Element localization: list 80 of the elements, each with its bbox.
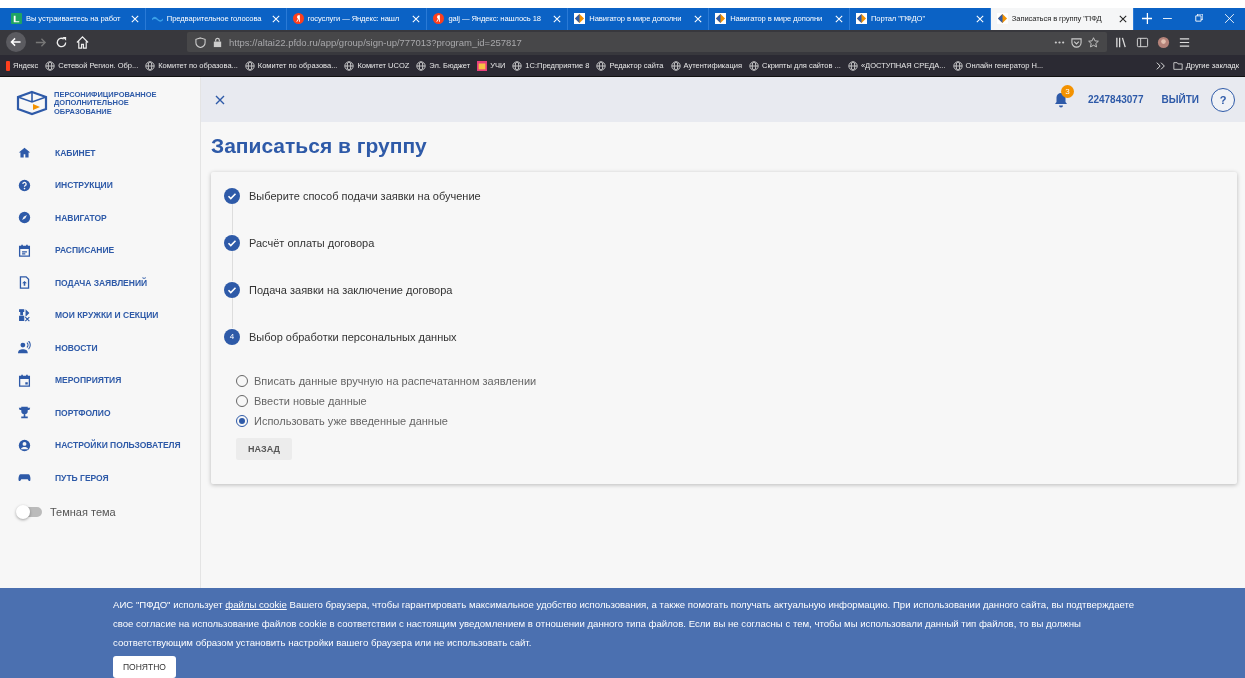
account-number[interactable]: 2247843077 [1087,94,1144,106]
globe-icon [670,60,681,71]
globe-icon [596,60,607,71]
step-label: Выбор обработки персональных данных [249,330,457,343]
home-icon[interactable] [76,35,89,49]
close-icon[interactable] [215,94,225,105]
folder-icon [1172,60,1183,71]
file-upload-icon [18,276,31,290]
help-icon [18,178,31,192]
yandex-icon [6,60,10,71]
globe-icon [847,60,858,71]
globe-icon [244,60,255,71]
radio-option[interactable]: Вписать данные вручную на распечатанном заявлении [236,373,537,389]
star-icon[interactable] [1088,36,1099,48]
sidebar-item[interactable]: НОВОСТИ [0,331,200,364]
sidebar-item[interactable]: НАВИГАТОР [0,201,200,234]
chevrons-icon[interactable] [1155,60,1166,71]
globe-icon [145,60,156,71]
accept-button[interactable]: ПОНЯТНО [113,656,176,678]
compass-icon [18,211,31,225]
diamond-icon [996,13,1008,25]
cookie-notice: АИС "ПФДО" использует файлы cookie Вашего браузера, чтобы гарантировать максимальное удобство использования, а также помогать получать актуальную информацию. При использовании данного сайта, вы подтверждаете свое согласие на использование файлов cookie в соответствии с настоящим уведомлением в отношении данного типа файлов. Если вы не согласны с тем, чтобы мы использовали данный тип файлов, то вы должны соответствующим образом установить настройки вашего браузера или не использовать сайт. [113,598,1136,650]
back-button[interactable]: НАЗАД [236,438,292,461]
bell-icon[interactable] [1053,91,1068,108]
diamond-icon [574,13,586,25]
sidebar-item[interactable]: ПОДАЧА ЗАЯВЛЕНИЙ [0,266,200,299]
reload-icon[interactable] [55,35,68,49]
help-button[interactable]: ? [1211,87,1235,112]
sidebar-item[interactable]: ИНСТРУКЦИИ [0,168,200,202]
globe-icon [45,60,56,71]
step-number: 4 [224,328,240,345]
notification-badge: 3 [1060,84,1074,98]
sidebar-item[interactable]: ПУТЬ ГЕРОЯ [0,461,200,494]
url-text: https://altai22.pfdo.ru/app/group/sign-up/777013?program_id=257817 [229,36,522,48]
sheet-icon [11,13,22,25]
restore-icon[interactable] [1194,14,1204,24]
logout-button[interactable]: ВЫЙТИ [1161,94,1199,106]
globe-icon [344,60,355,71]
globe-icon [749,60,759,71]
home-icon [18,146,31,160]
trophy-icon [18,406,31,420]
lock-icon [212,36,223,48]
yandex-icon [292,13,304,25]
calendar-icon [18,243,31,257]
globe-icon [952,60,963,71]
yandex-icon [433,13,445,25]
sidebar-item[interactable]: РАСПИСАНИЕ [0,233,200,267]
globe-icon [416,60,427,71]
calendar-icon [18,373,31,387]
sidebar-item[interactable]: КАБИНЕТ [0,136,200,169]
back-icon[interactable] [6,32,26,53]
sidebar-item[interactable]: МЕРОПРИЯТИЯ [0,363,200,397]
step-label: Выберите способ подачи заявки на обучение [249,189,481,202]
diamond-icon [715,13,727,25]
new-tab-icon[interactable] [1141,13,1153,25]
cube-logo-icon [16,90,48,117]
sidebar-icon[interactable] [1136,35,1149,49]
menu-icon[interactable] [1178,35,1191,49]
globe-icon [512,60,523,71]
library-icon[interactable] [1115,35,1128,49]
page-title: Записаться в группу [211,134,428,159]
theme-switch[interactable] [18,506,42,517]
pocket-icon[interactable] [1071,36,1082,48]
app-icon [477,60,488,71]
sidebar-item[interactable]: НАСТРОЙКИ ПОЛЬЗОВАТЕЛЯ [0,428,200,462]
shapes-icon [18,308,31,322]
account-icon [18,438,31,452]
person-speaking-icon [18,341,31,355]
shield-icon [195,36,206,48]
address-bar[interactable]: https://altai22.pfdo.ru/app/group/sign-up/777013?program_id=257817 [187,32,1107,53]
diamond-icon [855,13,867,25]
avatar-icon[interactable] [1157,35,1170,49]
sidebar-item[interactable]: ПОРТФОЛИО [0,396,200,429]
step-label: Подача заявки на заключение договора [249,283,453,296]
sidebar-item[interactable]: МОИ КРУЖКИ И СЕКЦИИ [0,298,200,332]
switch-label: Темная тема [50,505,116,518]
close-icon[interactable] [1118,14,1127,23]
radio-option[interactable]: Ввести новые данные [236,393,367,409]
step-label: Расчёт оплаты договора [249,236,375,249]
radio-option[interactable]: Использовать уже введенные данные [236,413,448,429]
